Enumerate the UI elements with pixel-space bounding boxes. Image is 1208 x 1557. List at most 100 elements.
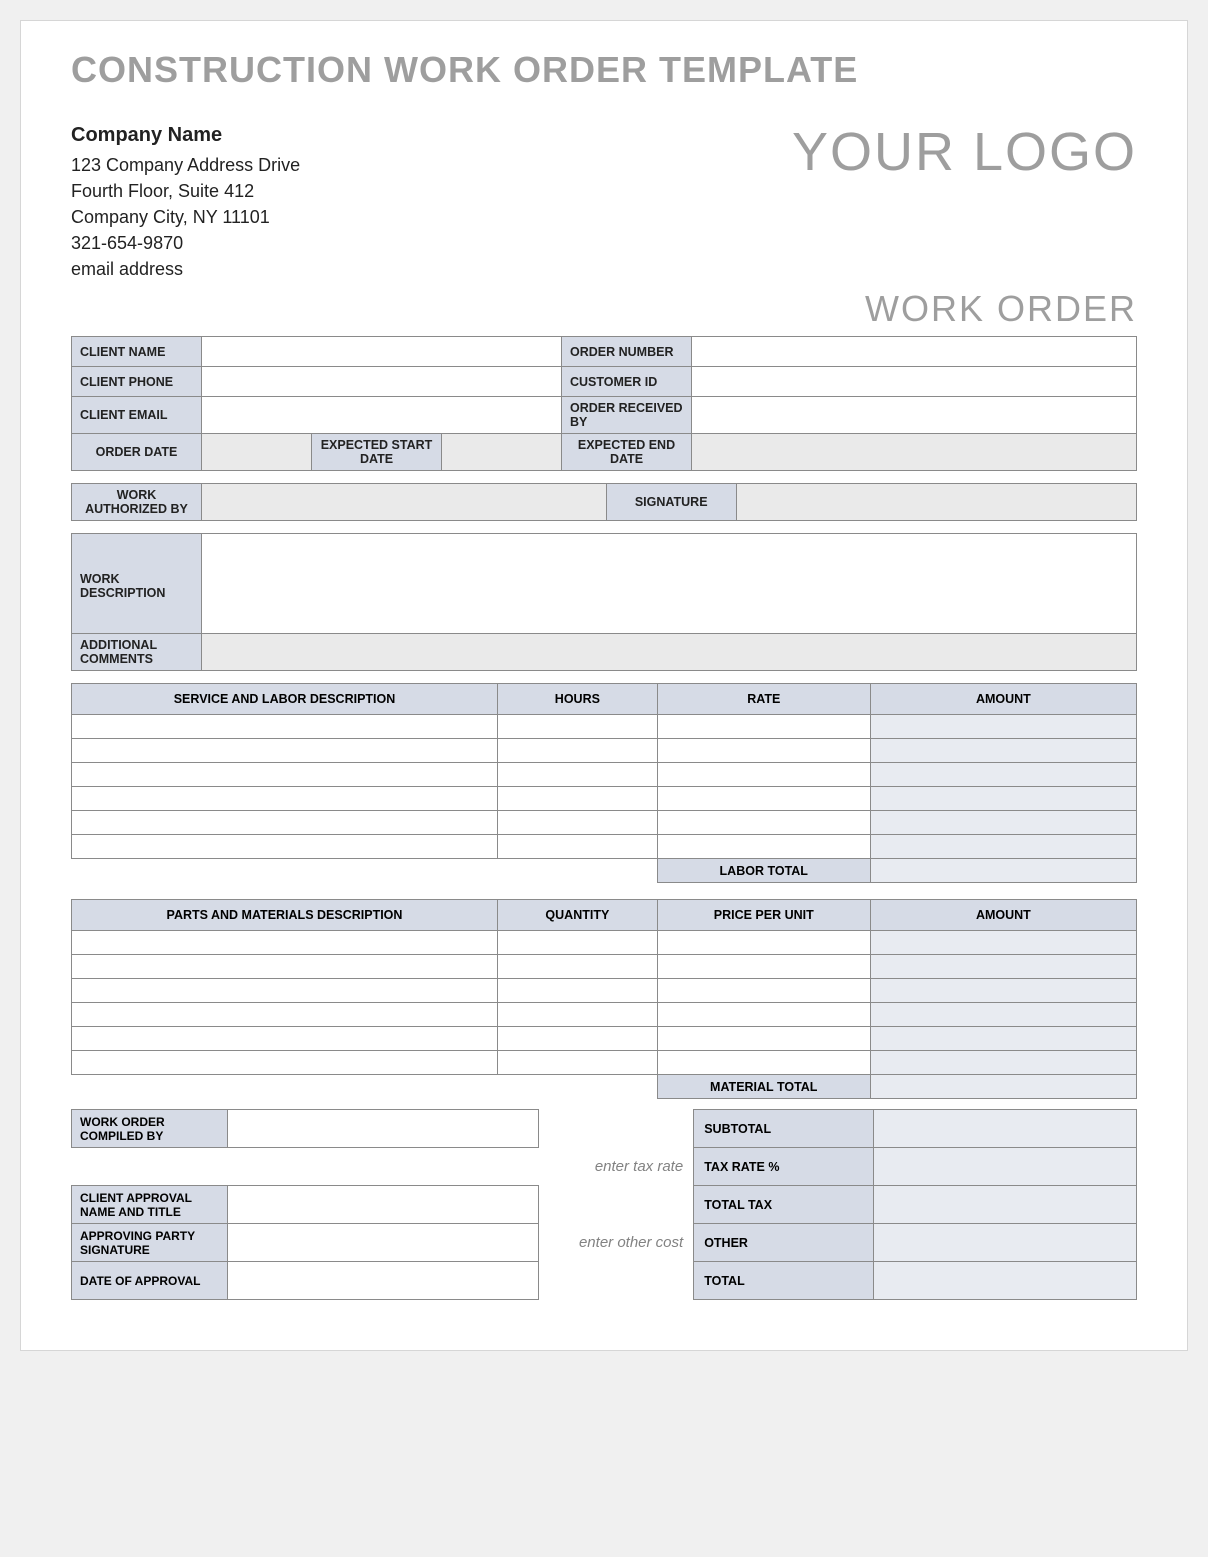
- order-date-value[interactable]: [202, 434, 312, 471]
- materials-price[interactable]: [657, 979, 870, 1003]
- materials-desc[interactable]: [72, 1027, 498, 1051]
- materials-total-label: MATERIAL TOTAL: [657, 1075, 870, 1099]
- labor-amount[interactable]: [870, 835, 1136, 859]
- materials-amount[interactable]: [870, 1027, 1136, 1051]
- labor-amount[interactable]: [870, 787, 1136, 811]
- materials-header-price: PRICE PER UNIT: [657, 900, 870, 931]
- date-of-approval-label: DATE OF APPROVAL: [72, 1262, 228, 1300]
- header-row: Company Name 123 Company Address Drive F…: [71, 121, 1137, 282]
- materials-total-value[interactable]: [870, 1075, 1136, 1099]
- materials-qty[interactable]: [498, 931, 658, 955]
- labor-rate[interactable]: [657, 739, 870, 763]
- materials-price[interactable]: [657, 955, 870, 979]
- tax-rate-value[interactable]: [873, 1148, 1136, 1186]
- total-tax-label: TOTAL TAX: [694, 1186, 873, 1224]
- labor-amount[interactable]: [870, 763, 1136, 787]
- materials-price[interactable]: [657, 931, 870, 955]
- order-number-label: ORDER NUMBER: [562, 337, 692, 367]
- labor-header-hours: HOURS: [498, 684, 658, 715]
- materials-amount[interactable]: [870, 1051, 1136, 1075]
- company-address-2: Fourth Floor, Suite 412: [71, 178, 300, 204]
- materials-qty[interactable]: [498, 979, 658, 1003]
- materials-amount[interactable]: [870, 931, 1136, 955]
- labor-amount[interactable]: [870, 811, 1136, 835]
- materials-qty[interactable]: [498, 1003, 658, 1027]
- labor-hours[interactable]: [498, 787, 658, 811]
- materials-qty[interactable]: [498, 1051, 658, 1075]
- approving-signature-value[interactable]: [227, 1224, 538, 1262]
- expected-start-label: EXPECTED START DATE: [312, 434, 442, 471]
- subtotal-value[interactable]: [873, 1110, 1136, 1148]
- labor-desc[interactable]: [72, 739, 498, 763]
- company-block: Company Name 123 Company Address Drive F…: [71, 121, 300, 282]
- materials-price[interactable]: [657, 1003, 870, 1027]
- labor-rate[interactable]: [657, 763, 870, 787]
- customer-id-value[interactable]: [692, 367, 1137, 397]
- labor-hours[interactable]: [498, 835, 658, 859]
- materials-amount[interactable]: [870, 955, 1136, 979]
- labor-amount[interactable]: [870, 715, 1136, 739]
- other-value[interactable]: [873, 1224, 1136, 1262]
- client-info-table: CLIENT NAME ORDER NUMBER CLIENT PHONE CU…: [71, 336, 1137, 471]
- labor-desc[interactable]: [72, 715, 498, 739]
- other-label: OTHER: [694, 1224, 873, 1262]
- expected-end-value[interactable]: [692, 434, 1137, 471]
- labor-rate[interactable]: [657, 811, 870, 835]
- additional-comments-value[interactable]: [202, 634, 1137, 671]
- materials-desc[interactable]: [72, 955, 498, 979]
- subtotal-label: SUBTOTAL: [694, 1110, 873, 1148]
- labor-hours[interactable]: [498, 715, 658, 739]
- labor-hours[interactable]: [498, 763, 658, 787]
- materials-qty[interactable]: [498, 955, 658, 979]
- materials-desc[interactable]: [72, 1051, 498, 1075]
- labor-hours[interactable]: [498, 739, 658, 763]
- expected-end-label: EXPECTED END DATE: [562, 434, 692, 471]
- authorized-by-value[interactable]: [202, 484, 607, 521]
- materials-amount[interactable]: [870, 1003, 1136, 1027]
- materials-price[interactable]: [657, 1027, 870, 1051]
- client-email-label: CLIENT EMAIL: [72, 397, 202, 434]
- client-approval-value[interactable]: [227, 1186, 538, 1224]
- labor-desc[interactable]: [72, 763, 498, 787]
- client-name-value[interactable]: [202, 337, 562, 367]
- labor-amount[interactable]: [870, 739, 1136, 763]
- labor-desc[interactable]: [72, 835, 498, 859]
- materials-row: [72, 1027, 1137, 1051]
- signature-value[interactable]: [736, 484, 1136, 521]
- customer-id-label: CUSTOMER ID: [562, 367, 692, 397]
- date-of-approval-value[interactable]: [227, 1262, 538, 1300]
- labor-header-amount: AMOUNT: [870, 684, 1136, 715]
- labor-rate[interactable]: [657, 787, 870, 811]
- compiled-by-value[interactable]: [227, 1110, 538, 1148]
- labor-rate[interactable]: [657, 715, 870, 739]
- expected-start-value[interactable]: [442, 434, 562, 471]
- materials-row: [72, 955, 1137, 979]
- labor-hours[interactable]: [498, 811, 658, 835]
- total-tax-value[interactable]: [873, 1186, 1136, 1224]
- total-value[interactable]: [873, 1262, 1136, 1300]
- labor-total-value[interactable]: [870, 859, 1136, 883]
- order-number-value[interactable]: [692, 337, 1137, 367]
- materials-desc[interactable]: [72, 979, 498, 1003]
- client-phone-value[interactable]: [202, 367, 562, 397]
- materials-desc[interactable]: [72, 1003, 498, 1027]
- materials-qty[interactable]: [498, 1027, 658, 1051]
- labor-row: [72, 811, 1137, 835]
- materials-row: [72, 979, 1137, 1003]
- order-received-by-value[interactable]: [692, 397, 1137, 434]
- materials-desc[interactable]: [72, 931, 498, 955]
- order-date-label: ORDER DATE: [72, 434, 202, 471]
- signature-label: SIGNATURE: [606, 484, 736, 521]
- materials-row: [72, 1051, 1137, 1075]
- work-description-value[interactable]: [202, 534, 1137, 634]
- materials-row: [72, 931, 1137, 955]
- labor-row: [72, 739, 1137, 763]
- labor-desc[interactable]: [72, 787, 498, 811]
- materials-price[interactable]: [657, 1051, 870, 1075]
- labor-desc[interactable]: [72, 811, 498, 835]
- tax-rate-hint: enter tax rate: [538, 1148, 694, 1186]
- client-email-value[interactable]: [202, 397, 562, 434]
- materials-header-qty: QUANTITY: [498, 900, 658, 931]
- labor-rate[interactable]: [657, 835, 870, 859]
- materials-amount[interactable]: [870, 979, 1136, 1003]
